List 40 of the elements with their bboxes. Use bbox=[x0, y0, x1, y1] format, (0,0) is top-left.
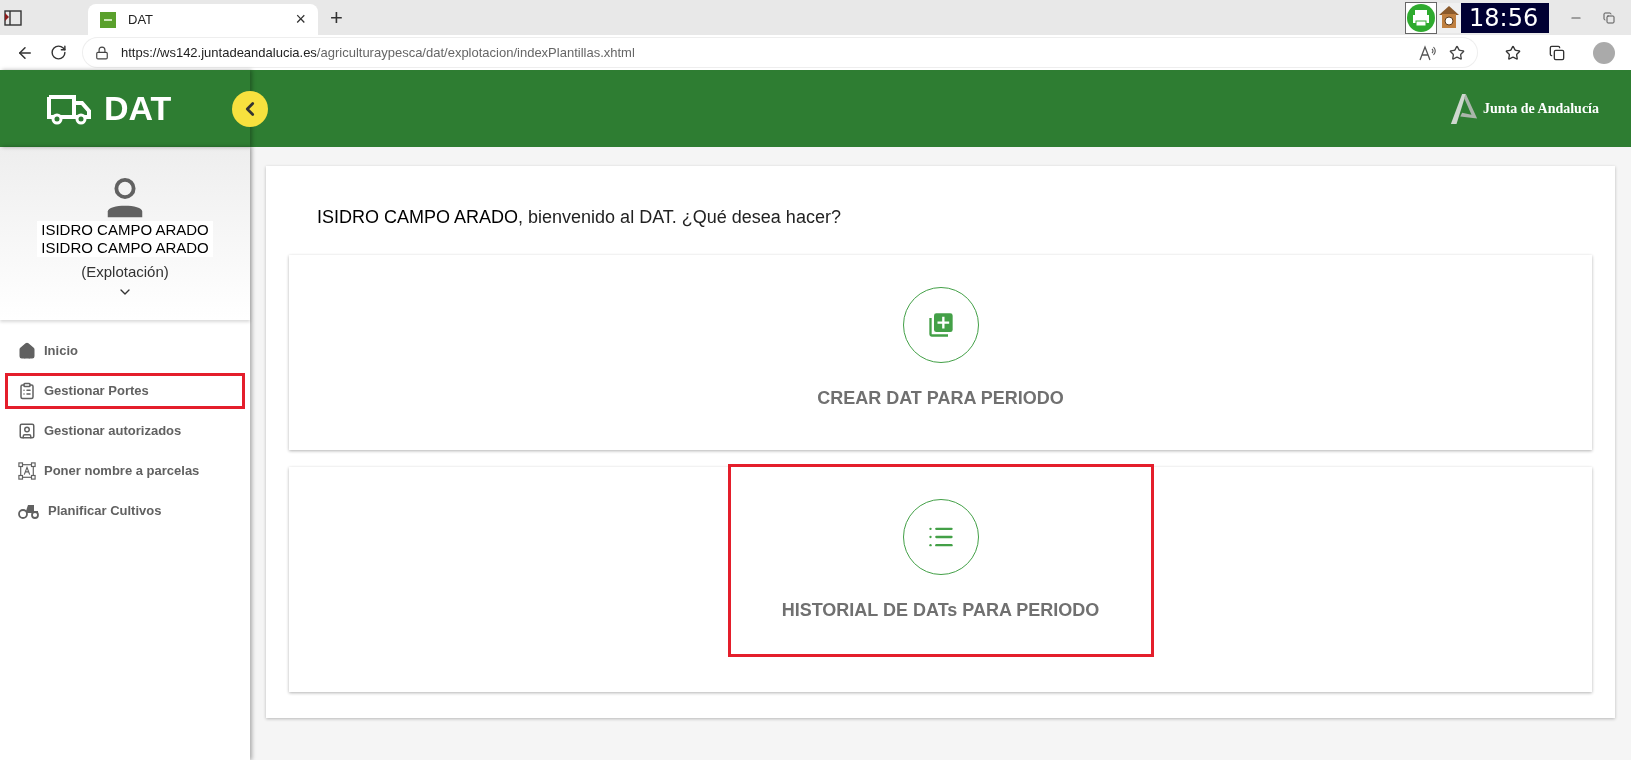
nav-item[interactable]: Gestionar Portes bbox=[8, 376, 242, 406]
action-card[interactable]: HISTORIAL DE DATs PARA PERIODO bbox=[289, 467, 1592, 692]
read-aloud-icon[interactable] bbox=[1419, 44, 1437, 61]
reload-icon[interactable] bbox=[50, 44, 67, 61]
truck-icon bbox=[46, 92, 92, 125]
junta-logo-icon bbox=[1449, 91, 1480, 126]
add-favorite-icon[interactable] bbox=[1449, 44, 1465, 61]
action-label: HISTORIAL DE DATs PARA PERIODO bbox=[781, 599, 1100, 622]
welcome-message: ISIDRO CAMPO ARADO, bienvenido al DAT. ¿Qué desea hacer? bbox=[317, 206, 842, 229]
nav-item[interactable]: Inicio bbox=[8, 336, 242, 366]
clock-display: 18:56 bbox=[1461, 2, 1549, 33]
new-tab-button[interactable]: + bbox=[318, 0, 355, 35]
action-card[interactable]: CREAR DAT PARA PERIODO bbox=[289, 255, 1592, 450]
close-tab-button[interactable]: × bbox=[295, 6, 306, 33]
url-text: https://ws142.juntadeandalucia.es/agriculturaypesca/dat/explotacion/indexPlantillas.xhtml bbox=[121, 43, 636, 62]
lock-icon bbox=[95, 45, 109, 60]
nav-item[interactable]: Poner nombre a parcelas bbox=[8, 456, 242, 486]
tab-title: DAT bbox=[128, 10, 155, 29]
browser-tab[interactable]: DAT × bbox=[88, 4, 318, 35]
clipboard-icon bbox=[18, 382, 36, 400]
nav-item[interactable]: Planificar Cultivos bbox=[8, 496, 242, 526]
tractor-icon bbox=[18, 502, 40, 520]
nav-item[interactable]: Gestionar autorizados bbox=[8, 416, 242, 446]
favicon-icon bbox=[100, 11, 116, 28]
person-card-icon bbox=[18, 422, 36, 440]
user-name: ISIDRO CAMPO ARADO bbox=[37, 221, 213, 239]
app-title: DAT bbox=[104, 88, 172, 129]
add-to-library-icon bbox=[926, 311, 955, 339]
brand-name: Junta de Andalucía bbox=[1483, 100, 1599, 118]
collapse-sidebar-button[interactable] bbox=[232, 90, 268, 127]
user-role: (Explotación) bbox=[81, 262, 169, 282]
sidebar-toggle-icon[interactable] bbox=[4, 8, 22, 27]
text-frame-icon bbox=[18, 462, 36, 480]
collections-icon[interactable] bbox=[1549, 44, 1565, 61]
restore-icon[interactable] bbox=[1603, 11, 1615, 24]
address-bar[interactable]: https://ws142.juntadeandalucia.es/agriculturaypesca/dat/explotacion/indexPlantillas.xhtml bbox=[83, 38, 1477, 67]
favorites-icon[interactable] bbox=[1505, 44, 1521, 61]
user-name: ISIDRO CAMPO ARADO bbox=[37, 239, 213, 257]
action-label: CREAR DAT PARA PERIODO bbox=[817, 387, 1064, 410]
home-icon bbox=[18, 342, 36, 360]
